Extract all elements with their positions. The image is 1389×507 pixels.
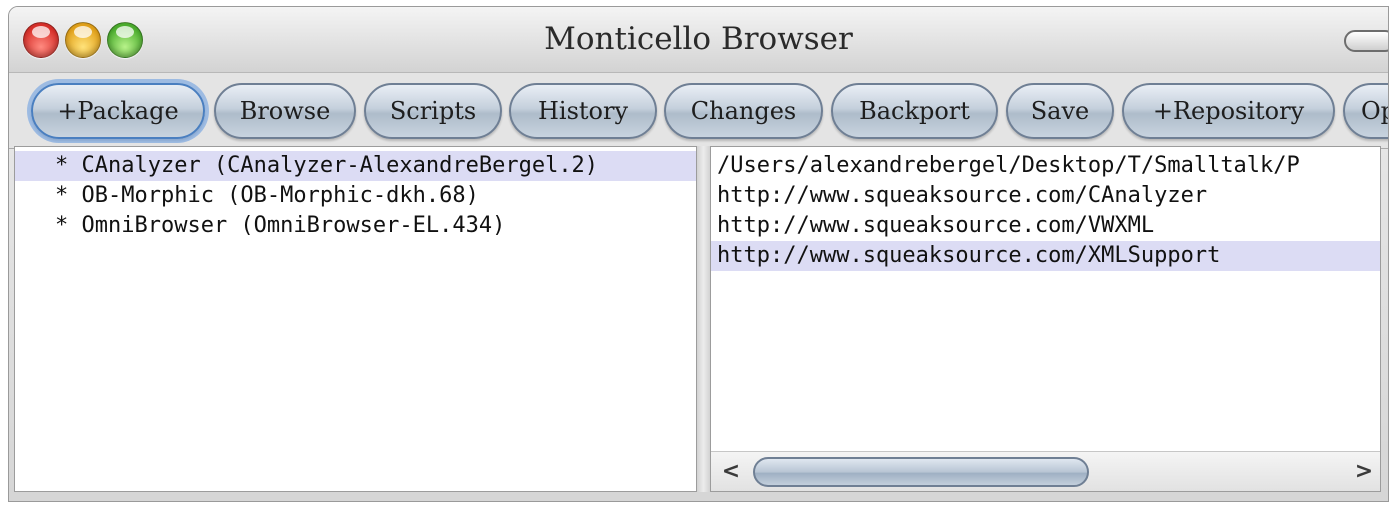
scrollbar-thumb[interactable] xyxy=(753,457,1089,487)
history-button[interactable]: History xyxy=(509,83,657,139)
list-item[interactable]: http://www.squeaksource.com/VWXML xyxy=(711,211,1380,241)
open-button[interactable]: Op xyxy=(1343,83,1388,139)
toolbar-toggle-icon[interactable] xyxy=(1344,30,1388,52)
backport-button[interactable]: Backport xyxy=(831,83,998,139)
save-button[interactable]: Save xyxy=(1006,83,1114,139)
title-bar[interactable]: Monticello Browser xyxy=(9,7,1388,73)
scripts-button[interactable]: Scripts xyxy=(364,83,502,139)
browse-button[interactable]: Browse xyxy=(214,83,356,139)
horizontal-scrollbar[interactable]: < > xyxy=(711,451,1380,491)
scroll-left-icon[interactable]: < xyxy=(717,456,745,486)
pane-splitter[interactable] xyxy=(697,146,710,492)
window-title: Monticello Browser xyxy=(544,21,853,57)
package-list[interactable]: * CAnalyzer (CAnalyzer-AlexandreBergel.2… xyxy=(14,146,697,492)
changes-button[interactable]: Changes xyxy=(664,83,823,139)
list-item[interactable]: * OB-Morphic (OB-Morphic-dkh.68) xyxy=(15,181,696,211)
list-item[interactable]: * CAnalyzer (CAnalyzer-AlexandreBergel.2… xyxy=(15,151,696,181)
toolbar: +Package Browse Scripts History Changes … xyxy=(9,73,1388,149)
add-package-button[interactable]: +Package xyxy=(31,83,205,139)
list-item[interactable]: http://www.squeaksource.com/XMLSupport xyxy=(711,241,1380,271)
add-repository-button[interactable]: +Repository xyxy=(1122,83,1335,139)
scroll-right-icon[interactable]: > xyxy=(1350,456,1378,486)
list-item[interactable]: * OmniBrowser (OmniBrowser-EL.434) xyxy=(15,211,696,241)
repository-list[interactable]: /Users/alexandrebergel/Desktop/T/Smallta… xyxy=(710,146,1381,492)
list-item[interactable]: /Users/alexandrebergel/Desktop/T/Smallta… xyxy=(711,151,1380,181)
list-item[interactable]: http://www.squeaksource.com/CAnalyzer xyxy=(711,181,1380,211)
